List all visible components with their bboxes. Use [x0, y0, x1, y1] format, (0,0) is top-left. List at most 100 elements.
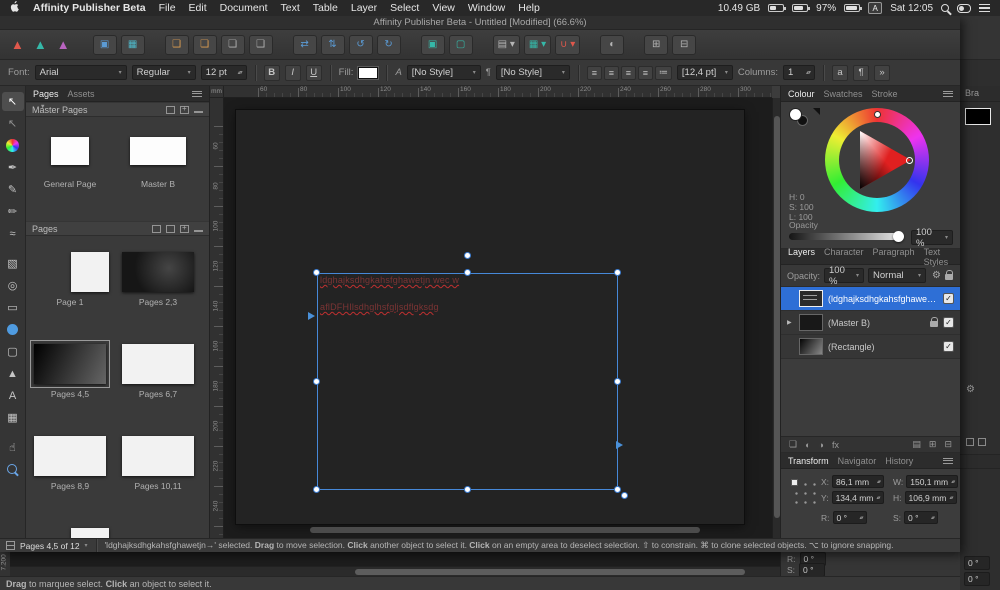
swap-wedge-icon[interactable] — [813, 108, 820, 115]
disclosure-arrow-icon[interactable]: ▶ — [787, 319, 794, 326]
add-layer-icon[interactable]: ⊞ — [929, 439, 937, 450]
align-centre-button[interactable]: ≡ — [604, 66, 619, 80]
layer-row-master[interactable]: ▶ (Master B) — [781, 311, 960, 335]
app-menu[interactable]: Affinity Publisher Beta — [33, 2, 146, 14]
fill-stroke-selector[interactable] — [789, 108, 815, 130]
grid-options-button[interactable]: ▦ ▾ — [524, 35, 551, 55]
edit-master-icon[interactable] — [166, 106, 175, 114]
justify-button[interactable]: ≡ — [638, 66, 653, 80]
selection-handle-top-centre[interactable] — [464, 269, 471, 276]
anchor-point-selector[interactable] — [791, 479, 818, 506]
menu-item[interactable]: Text — [280, 2, 299, 14]
colour-picker-tool[interactable] — [2, 136, 24, 155]
notification-center-icon[interactable] — [979, 4, 990, 13]
y-input[interactable]: 134,4 mm — [832, 491, 884, 504]
table-tool[interactable]: ▦ — [2, 408, 24, 427]
panel-tab[interactable]: Text Styles — [924, 247, 949, 267]
move-forward-button[interactable]: ❏ — [193, 35, 217, 55]
triangle-tool[interactable]: ▲ — [2, 364, 24, 383]
ungroup-button[interactable]: ▢ — [449, 35, 473, 55]
panel-tab[interactable]: Navigator — [838, 456, 877, 466]
colour-wheel[interactable] — [825, 108, 929, 212]
move-tool[interactable]: ↖ — [2, 92, 24, 111]
flip-vertical-button[interactable]: ⇅ — [321, 35, 345, 55]
saturation-lightness-triangle[interactable] — [839, 122, 915, 198]
fill-circle-icon[interactable] — [789, 108, 802, 121]
lock-children-icon[interactable] — [945, 274, 953, 280]
apple-menu[interactable] — [10, 1, 20, 15]
spread-mode-icon[interactable] — [166, 225, 175, 233]
text-flow-in-arrow[interactable] — [308, 312, 315, 320]
bold-button[interactable]: B — [264, 65, 280, 81]
panel-menu-icon[interactable] — [192, 91, 202, 97]
selection-handle-top-left[interactable] — [313, 269, 320, 276]
control-center-icon[interactable] — [957, 4, 971, 13]
panel-tab[interactable]: Colour — [788, 89, 815, 99]
page-thumbnail[interactable]: Pages 4,5 — [26, 330, 114, 422]
shear-input[interactable]: 0 ° — [904, 511, 938, 524]
add-page-icon[interactable] — [180, 225, 189, 233]
pen-tool[interactable]: ✎ — [2, 180, 24, 199]
guides-manager-button[interactable]: ▤ ▾ — [493, 35, 520, 55]
page-thumbnail[interactable]: Pages 10,11 — [114, 422, 202, 514]
designer-persona-button[interactable]: ▲ — [31, 35, 50, 55]
layer-row-text-frame[interactable]: (ldghajksdhgkahsfghawetjn→) — [781, 287, 960, 311]
menu-item[interactable]: Table — [313, 2, 338, 14]
panel-tab[interactable]: Transform — [788, 456, 829, 466]
snapping-button[interactable]: ∪ ▾ — [555, 35, 580, 55]
character-style-select[interactable]: [No Style] — [407, 65, 481, 80]
layer-thumbnail[interactable] — [799, 314, 823, 331]
hand-tool[interactable]: ☝ — [2, 430, 24, 457]
selection-handle-top-right[interactable] — [614, 269, 621, 276]
canvas-horizontal-scrollbar[interactable] — [310, 527, 700, 533]
hue-marker[interactable] — [874, 111, 881, 118]
align-right-button[interactable]: ≡ — [621, 66, 636, 80]
delete-layer-icon[interactable]: ⊟ — [944, 439, 952, 450]
delete-master-icon[interactable] — [194, 107, 203, 113]
frame-text-line-1[interactable]: ldghajksdhgkahsfghawetjn wec w — [320, 275, 459, 285]
node-tool[interactable]: ↖ — [2, 114, 24, 133]
page-thumbnail[interactable]: Pages 6,7 — [114, 330, 202, 422]
publisher-persona-button[interactable]: ▲ — [8, 35, 27, 55]
x-input[interactable]: 86,1 mm — [832, 475, 884, 488]
pencil-tool[interactable]: ✏ — [2, 202, 24, 221]
show-special-characters-button[interactable]: ¶ — [853, 65, 869, 81]
layer-visibility-checkbox[interactable] — [943, 293, 954, 304]
selection-handle-bottom-right[interactable] — [614, 486, 621, 493]
rotation-input[interactable]: 0 ° — [833, 511, 867, 524]
adjustment-layer-icon[interactable]: ◑ — [819, 440, 824, 450]
menu-item[interactable]: Window — [468, 2, 505, 14]
panel-tab[interactable]: Assets — [68, 89, 95, 99]
opacity-select[interactable]: 100 % — [911, 230, 953, 245]
saturation-marker[interactable] — [906, 157, 913, 164]
pages-header[interactable]: Pages — [26, 221, 209, 236]
selection-handle-bottom-centre[interactable] — [464, 486, 471, 493]
rotate-ccw-button[interactable]: ↺ — [349, 35, 373, 55]
menu-item[interactable]: View — [432, 2, 455, 14]
place-button[interactable]: ▣ — [93, 35, 117, 55]
scale-handle[interactable] — [621, 492, 628, 499]
insert-behind-button[interactable]: ⊟ — [672, 35, 696, 55]
vector-brush-tool[interactable]: ≈ — [2, 224, 24, 243]
page-thumbnail[interactable] — [26, 514, 114, 538]
layer-row-rectangle[interactable]: (Rectangle) — [781, 335, 960, 359]
fill-colour-swatch[interactable] — [358, 67, 378, 79]
layers-opacity-select[interactable]: 100 % — [824, 268, 864, 283]
insert-inside-button[interactable]: ⊞ — [644, 35, 668, 55]
resource-manager-button[interactable]: ▦ — [121, 35, 145, 55]
italic-button[interactable]: I — [285, 65, 301, 81]
menu-item[interactable]: File — [159, 2, 176, 14]
page-thumbnail[interactable]: Pages 2,3 — [114, 238, 202, 330]
rounded-rectangle-tool[interactable]: ▢ — [2, 342, 24, 361]
menu-clock[interactable]: Sat 12:05 — [890, 3, 933, 14]
bullets-button[interactable]: ≔ — [655, 66, 672, 80]
typography-button[interactable]: a — [832, 65, 848, 81]
canvas-vertical-scrollbar[interactable] — [772, 98, 780, 538]
picture-frame-ellipse-tool[interactable]: ◎ — [2, 276, 24, 295]
ruler-units[interactable]: mm — [210, 86, 224, 98]
layer-thumbnail[interactable] — [799, 338, 823, 355]
spotlight-icon[interactable] — [941, 4, 949, 12]
battery-icon[interactable] — [844, 4, 860, 12]
height-input[interactable]: 106,9 mm — [905, 491, 957, 504]
menu-item[interactable]: Edit — [189, 2, 207, 14]
